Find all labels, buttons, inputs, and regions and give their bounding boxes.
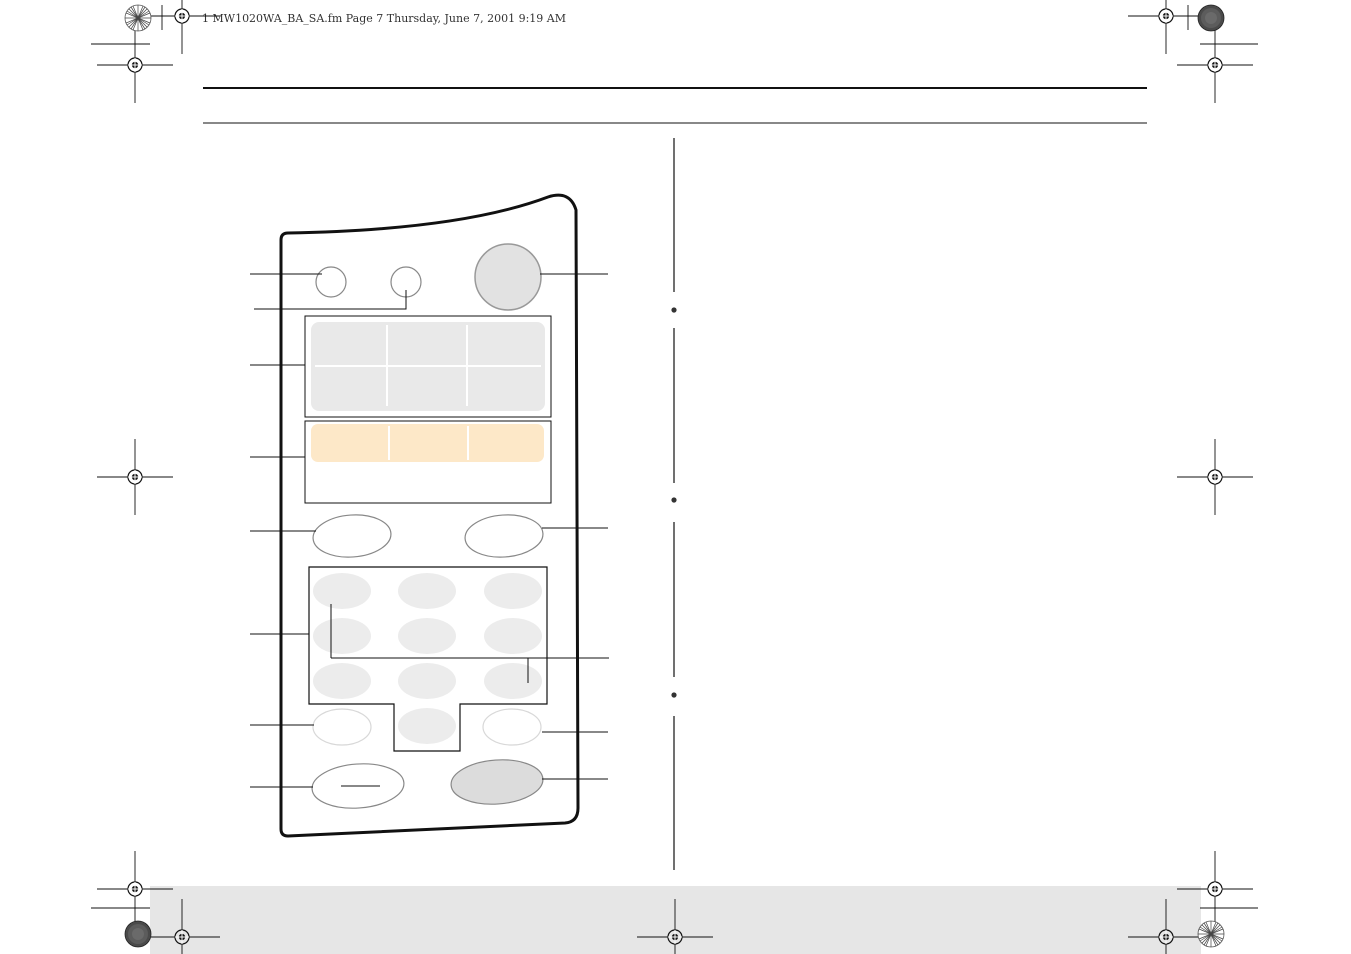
column-divider: [671, 138, 677, 870]
preset-panel: [311, 424, 544, 462]
control-panel-illustration: [250, 193, 609, 838]
page-canvas: [91, 0, 1258, 954]
bullet-dot: [671, 497, 677, 503]
starburst-disc-icon: [124, 4, 152, 32]
outline-key-left: [312, 708, 372, 746]
bullet-dot: [671, 692, 677, 698]
color-bar-disc-icon: [124, 920, 152, 948]
small-button-left: [315, 266, 347, 298]
starburst-disc-icon: [1197, 920, 1225, 948]
dial-knob: [474, 243, 542, 311]
outline-key-right: [482, 708, 542, 746]
color-bar-disc-icon: [1197, 4, 1225, 32]
bullet-dot: [671, 307, 677, 313]
registration-mark-icon: [96, 0, 1254, 954]
